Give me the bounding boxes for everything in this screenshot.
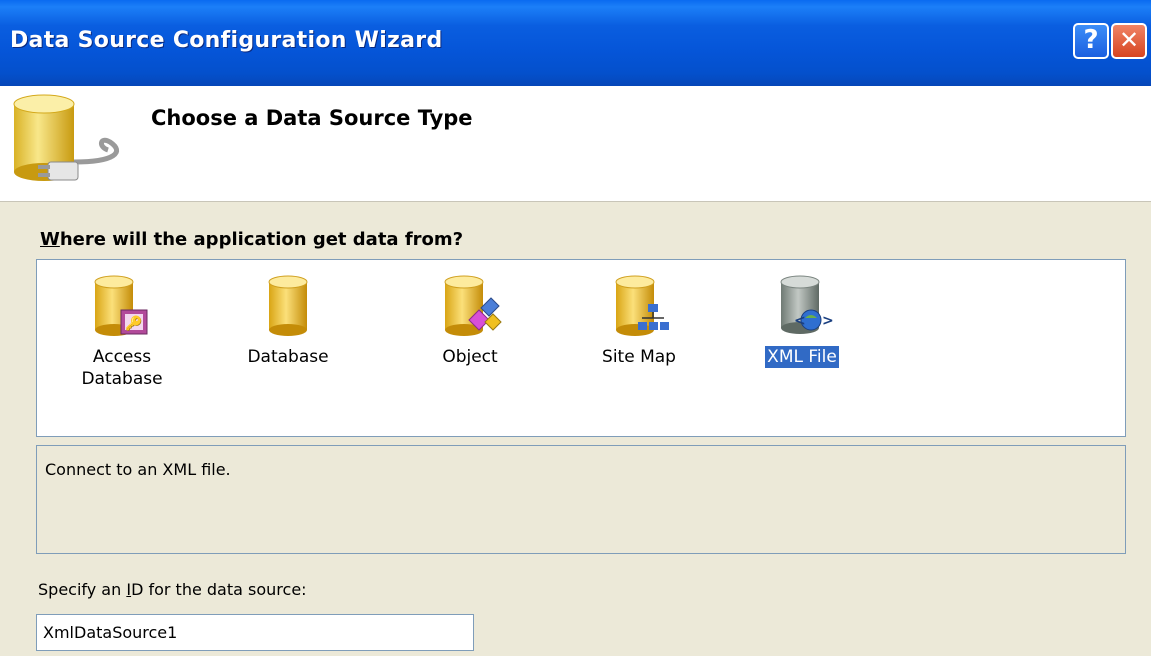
type-item-site-map[interactable]: Site Map bbox=[584, 274, 694, 368]
data-source-id-input[interactable] bbox=[36, 614, 474, 651]
type-item-object[interactable]: Object bbox=[415, 274, 525, 368]
window-title: Data Source Configuration Wizard bbox=[10, 28, 443, 53]
type-item-label: Site Map bbox=[602, 347, 676, 367]
description-box: Connect to an XML file. bbox=[36, 445, 1126, 554]
title-bar: Data Source Configuration Wizard ? ✕ bbox=[0, 0, 1151, 86]
type-item-label: Access Database bbox=[81, 347, 163, 389]
page-title: Choose a Data Source Type bbox=[151, 106, 473, 130]
id-field-label: Specify an ID for the data source: bbox=[38, 580, 307, 599]
type-item-label: XML File bbox=[765, 346, 839, 368]
object-icon bbox=[444, 275, 502, 336]
prompt-text: here will the application get data from? bbox=[59, 229, 464, 250]
xml-file-icon: < > bbox=[780, 275, 834, 334]
data-source-type-list[interactable]: 🔑 Access Database Database Object Site M… bbox=[36, 259, 1126, 437]
data-source-prompt: Where will the application get data from… bbox=[40, 229, 463, 250]
site-map-icon bbox=[615, 275, 669, 336]
type-item-access-database[interactable]: 🔑 Access Database bbox=[67, 274, 177, 390]
svg-text:>: > bbox=[822, 313, 834, 329]
help-icon: ? bbox=[1083, 25, 1099, 55]
prompt-accelerator: W bbox=[40, 229, 60, 250]
access-database-icon: 🔑 bbox=[94, 275, 148, 336]
database-plug-icon bbox=[13, 94, 119, 181]
wizard-header: Choose a Data Source Type bbox=[0, 86, 1151, 202]
close-button[interactable]: ✕ bbox=[1111, 23, 1147, 59]
database-icon bbox=[268, 275, 308, 336]
svg-text:<: < bbox=[794, 313, 806, 329]
type-item-label: Database bbox=[247, 347, 329, 367]
type-item-xml-file[interactable]: < > XML File bbox=[747, 274, 857, 368]
svg-text:🔑: 🔑 bbox=[125, 314, 143, 332]
type-item-label: Object bbox=[442, 347, 498, 367]
description-text: Connect to an XML file. bbox=[45, 460, 231, 479]
help-button[interactable]: ? bbox=[1073, 23, 1109, 59]
close-icon: ✕ bbox=[1118, 26, 1140, 54]
type-item-database[interactable]: Database bbox=[233, 274, 343, 368]
